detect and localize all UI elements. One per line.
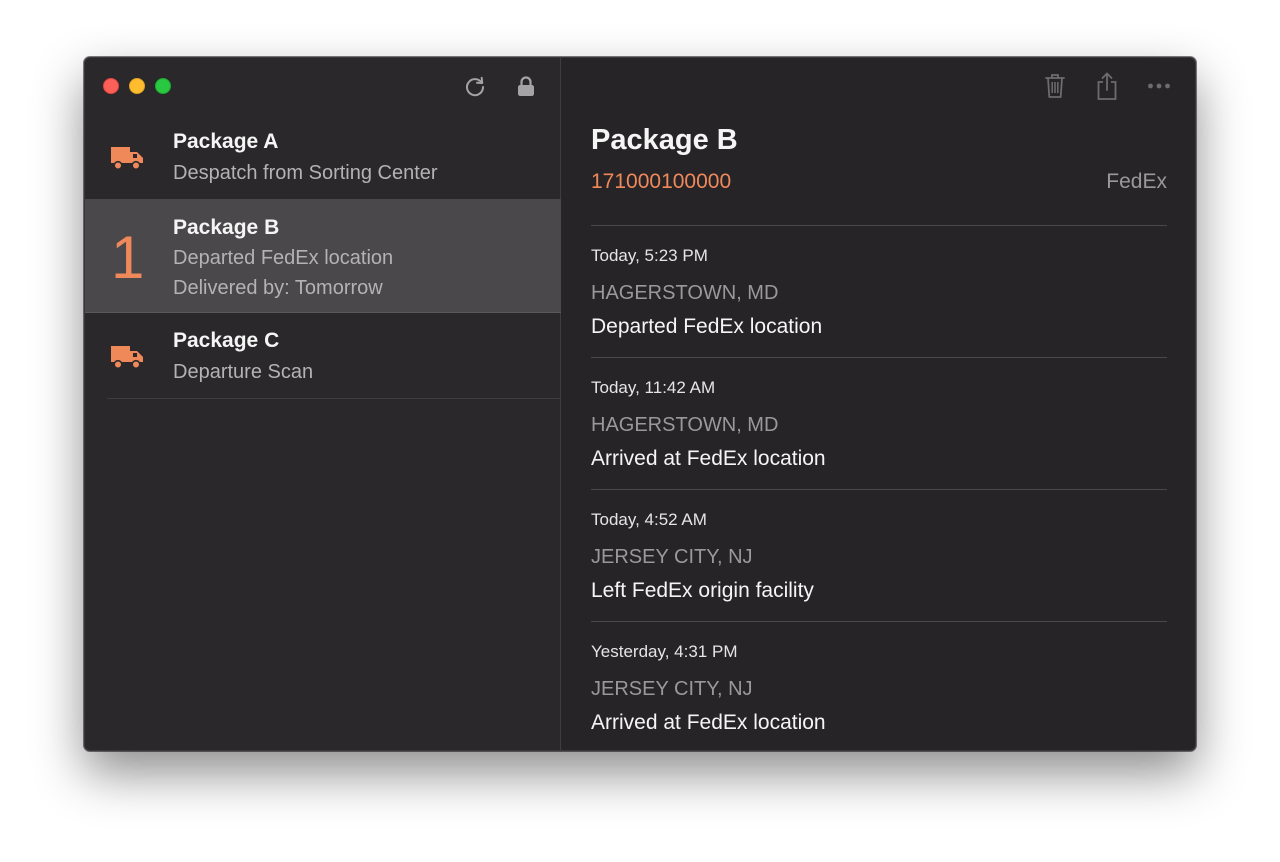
event-time: Today, 11:42 AM [591,378,716,397]
package-status: Departure Scan [173,361,314,383]
event-location: HAGERSTOWN, MD [591,414,779,436]
event-time: Today, 5:23 PM [591,246,708,265]
package-name: Package A [173,130,279,153]
event-location: JERSEY CITY, NJ [591,546,753,568]
event-status: Left FedEx origin facility [591,579,814,602]
tracking-event: Today, 4:52 AM JERSEY CITY, NJ Left FedE… [591,490,1167,622]
refresh-icon[interactable] [462,74,488,100]
event-location: JERSEY CITY, NJ [591,678,753,700]
days-remaining: 1 [111,224,145,291]
truck-icon [109,341,145,371]
package-row-c[interactable]: Package C Departure Scan [107,313,561,399]
event-location: HAGERSTOWN, MD [591,282,779,304]
event-time: Yesterday, 4:31 PM [591,642,738,661]
tracking-event: Yesterday, 4:31 PM JERSEY CITY, NJ Arriv… [591,622,1167,750]
event-status: Arrived at FedEx location [591,711,826,734]
truck-icon [109,142,145,172]
more-icon[interactable] [1145,71,1173,101]
tracking-event: Today, 11:42 AM HAGERSTOWN, MD Arrived a… [591,358,1167,490]
package-status: Departed FedEx location [173,247,394,269]
delivery-estimate: Delivered by: Tomorrow [173,277,383,299]
share-icon[interactable] [1093,71,1121,101]
zoom-window-button[interactable] [155,78,171,94]
tracking-event: Today, 5:23 PM HAGERSTOWN, MD Departed F… [591,226,1167,358]
event-status: Departed FedEx location [591,315,823,338]
event-time: Today, 4:52 AM [591,510,707,529]
trash-icon[interactable] [1041,71,1069,101]
sidebar: Package A Despatch from Sorting Center 1… [85,58,561,750]
app-window: Package A Despatch from Sorting Center 1… [84,57,1196,751]
minimize-window-button[interactable] [129,78,145,94]
page-title: Package B [591,124,738,156]
package-name: Package C [173,329,280,352]
tracking-number[interactable]: 171000100000 [591,170,731,194]
package-name: Package B [173,216,280,239]
carrier-label: FedEx [1106,170,1167,193]
tracking-events-list: Today, 5:23 PM HAGERSTOWN, MD Departed F… [591,225,1167,750]
package-row-b[interactable]: 1 Package B Departed FedEx location Deli… [85,199,561,313]
window-controls [103,78,171,94]
lock-icon[interactable] [513,74,539,100]
package-list: Package A Despatch from Sorting Center 1… [85,114,561,399]
event-status: Arrived at FedEx location [591,447,826,470]
package-row-a[interactable]: Package A Despatch from Sorting Center [85,114,561,200]
package-detail: Package B 171000100000 FedEx Today, 5:23… [561,58,1195,750]
package-status: Despatch from Sorting Center [173,162,438,184]
close-window-button[interactable] [103,78,119,94]
